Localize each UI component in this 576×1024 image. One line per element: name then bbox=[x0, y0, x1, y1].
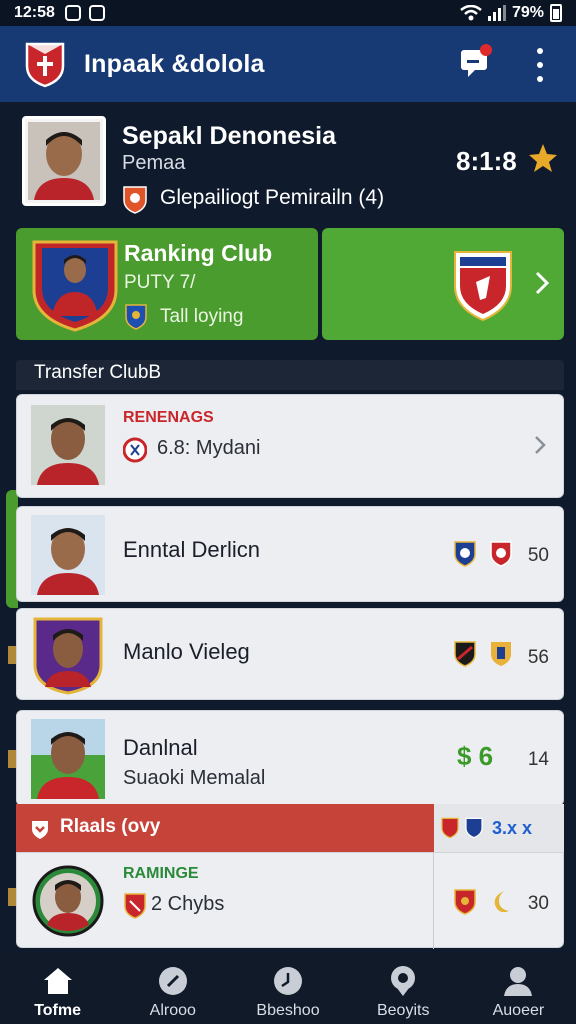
chevron-right-icon[interactable] bbox=[532, 270, 552, 296]
nav-item-clock[interactable]: Bbeshoo bbox=[230, 952, 345, 1024]
club-badge-icon bbox=[454, 889, 476, 915]
player-photo-icon bbox=[31, 719, 105, 799]
club-badge-icon bbox=[124, 893, 146, 919]
row-number: 30 bbox=[527, 893, 549, 914]
ranking-tag: Tall loying bbox=[160, 306, 244, 327]
row-text: 6.8: Mydani bbox=[157, 437, 261, 459]
football-icon bbox=[158, 967, 187, 995]
star-icon[interactable] bbox=[528, 142, 558, 174]
row-text: Manlo Vieleg bbox=[123, 639, 250, 664]
user-icon bbox=[504, 967, 533, 996]
medal-icon bbox=[391, 966, 416, 996]
bottom-navigation: Tofme Alrooo Bbeshoo Beoyits Auoeer bbox=[0, 952, 576, 1024]
ranking-title: Ranking Club bbox=[124, 240, 273, 266]
player-photo-icon bbox=[32, 865, 104, 937]
home-icon bbox=[43, 968, 72, 994]
row-text: Danlnal bbox=[123, 735, 198, 760]
row-label: RAMINGE bbox=[123, 865, 199, 882]
club-crest-photo-icon bbox=[32, 240, 118, 332]
profile-score: 8:1:8 bbox=[456, 146, 517, 176]
signal-icon bbox=[487, 5, 506, 21]
profile-stat-label: Glepailiogt Pemirailn (4) bbox=[160, 186, 385, 209]
club-card[interactable] bbox=[322, 228, 564, 340]
nav-label: Auoeer bbox=[492, 1002, 545, 1019]
chevron-right-icon[interactable] bbox=[533, 435, 547, 455]
nav-item-profile[interactable]: Auoeer bbox=[461, 952, 576, 1024]
app-title: Inpaak &dolola bbox=[84, 49, 265, 78]
message-icon bbox=[88, 5, 105, 21]
list-item[interactable]: Danlnal Suaoki Memalal $ 6 14 bbox=[16, 710, 564, 806]
nav-label: Alrooo bbox=[149, 1002, 196, 1019]
notification-icon bbox=[64, 5, 81, 21]
nav-item-medal[interactable]: Beoyits bbox=[346, 952, 461, 1024]
profile-avatar bbox=[22, 116, 106, 206]
clock-icon bbox=[274, 967, 302, 995]
ranking-club-card[interactable]: Ranking Club PUTY 7/ Tall loying bbox=[16, 228, 318, 340]
row-label: RENENAGS bbox=[123, 409, 214, 426]
player-photo-icon bbox=[31, 515, 105, 595]
player-photo-icon bbox=[28, 122, 100, 200]
nav-label: Tofme bbox=[34, 1002, 81, 1019]
nav-label: Bbeshoo bbox=[256, 1002, 320, 1019]
row-subtext: Suaoki Memalal bbox=[123, 767, 266, 789]
row-money: $ 6 bbox=[457, 741, 494, 771]
profile-header[interactable]: Sepakl Denonesia Pemaa Glepailiogt Pemir… bbox=[0, 102, 576, 220]
promo-text: Rlaals (ovy bbox=[60, 816, 161, 837]
more-options-icon[interactable] bbox=[534, 48, 546, 82]
nav-label: Beoyits bbox=[376, 1002, 430, 1019]
battery-icon bbox=[550, 4, 562, 22]
list-item[interactable]: RENENAGS 6.8: Mydani bbox=[16, 394, 564, 498]
player-photo-icon bbox=[31, 405, 105, 485]
nav-item-home[interactable]: Tofme bbox=[0, 952, 115, 1024]
club-badge-icon bbox=[491, 642, 511, 666]
wifi-icon bbox=[460, 5, 482, 21]
row-text: Enntal Derlicn bbox=[123, 537, 260, 562]
moon-icon bbox=[494, 891, 509, 913]
profile-name: Sepakl Denonesia bbox=[122, 122, 336, 150]
promo-side[interactable]: 3.x x bbox=[434, 804, 564, 852]
row-text: 2 Chybs bbox=[151, 893, 225, 915]
club-badge-icon bbox=[454, 641, 476, 667]
profile-subtitle: Pemaa bbox=[122, 152, 186, 174]
club-badge-icon bbox=[490, 541, 512, 567]
battery-percent: 79% bbox=[511, 4, 544, 21]
status-bar: 12:58 79% bbox=[0, 0, 576, 26]
promo-banner[interactable]: Rlaals (ovy bbox=[16, 804, 434, 852]
list-item[interactable]: Manlo Vieleg 56 bbox=[16, 608, 564, 700]
club-badge-icon bbox=[441, 817, 459, 839]
nav-item-football[interactable]: Alrooo bbox=[115, 952, 230, 1024]
section-title: Transfer ClubB bbox=[16, 360, 564, 390]
list-item[interactable]: RAMINGE 2 Chybs 30 bbox=[16, 852, 564, 949]
app-bar: Inpaak &dolola bbox=[0, 26, 576, 102]
row-number: 56 bbox=[527, 647, 549, 668]
app-logo-icon bbox=[25, 42, 65, 88]
status-time: 12:58 bbox=[14, 4, 55, 21]
club-badge-icon bbox=[454, 541, 476, 567]
ranking-subtitle: PUTY 7/ bbox=[124, 272, 196, 293]
club-badge-icon bbox=[125, 304, 147, 330]
row-number: 14 bbox=[527, 749, 549, 770]
shield-icon bbox=[32, 821, 48, 839]
promo-side-text: 3.x x bbox=[492, 818, 533, 838]
club-badge-icon bbox=[123, 437, 147, 463]
chat-icon[interactable] bbox=[458, 44, 492, 78]
club-crest-icon bbox=[454, 251, 512, 322]
club-badge-icon bbox=[465, 817, 483, 839]
row-number: 50 bbox=[527, 545, 549, 566]
club-badge-icon bbox=[123, 186, 147, 214]
player-photo-icon bbox=[33, 617, 103, 695]
list-item[interactable]: Enntal Derlicn 50 bbox=[16, 506, 564, 602]
